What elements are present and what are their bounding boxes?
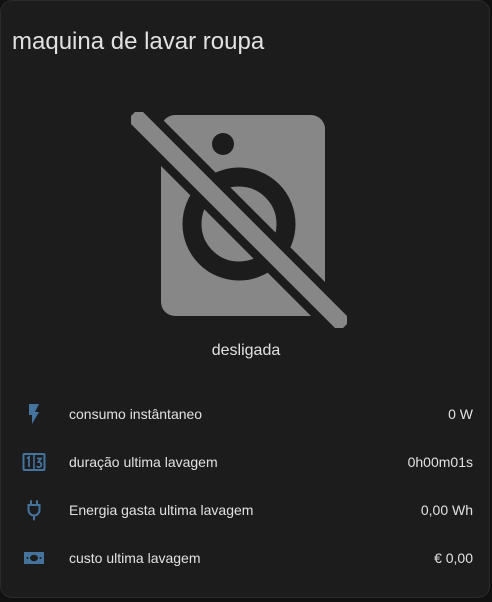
device-state: desligada xyxy=(211,342,281,359)
entity-label: consumo instântaneo xyxy=(69,406,203,422)
washing-machine-card: maquina de lavar roupa desligada consumo… xyxy=(0,0,490,598)
card-title: maquina de lavar roupa xyxy=(12,28,265,55)
timer-counter-icon xyxy=(22,453,46,471)
entity-label: Energia gasta ultima lavagem xyxy=(69,502,254,518)
entity-row-duracao[interactable]: duração ultima lavagem 0h00m01s xyxy=(1,447,491,477)
entity-label: custo ultima lavagem xyxy=(69,550,201,566)
power-plug-icon xyxy=(27,500,41,521)
entity-value: 0 W xyxy=(448,406,473,422)
entity-value: 0,00 Wh xyxy=(420,502,473,518)
cash-icon xyxy=(24,552,44,564)
flash-icon xyxy=(29,404,39,424)
entity-value: € 0,00 xyxy=(434,550,473,566)
entity-row-custo[interactable]: custo ultima lavagem € 0,00 xyxy=(1,543,491,573)
entity-row-consumo[interactable]: consumo instântaneo 0 W xyxy=(1,399,491,429)
entity-label: duração ultima lavagem xyxy=(69,454,218,470)
washing-machine-off-icon[interactable] xyxy=(131,112,347,328)
entity-value: 0h00m01s xyxy=(407,454,473,470)
entity-row-energia[interactable]: Energia gasta ultima lavagem 0,00 Wh xyxy=(1,495,491,525)
